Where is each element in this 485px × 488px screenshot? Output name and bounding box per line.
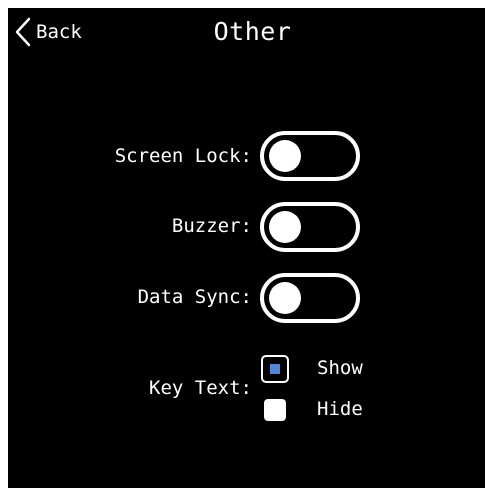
data-sync-label: Data Sync:: [137, 286, 252, 308]
screen-lock-label: Screen Lock:: [114, 145, 252, 167]
page-title: Other: [213, 17, 292, 46]
key-text-show-radio[interactable]: [261, 355, 289, 383]
toggle-knob: [269, 211, 301, 243]
buzzer-label: Buzzer:: [171, 215, 252, 237]
key-text-label: Key Text:: [149, 377, 252, 399]
screen-lock-toggle[interactable]: [260, 131, 360, 181]
buzzer-toggle[interactable]: [260, 202, 360, 252]
key-text-hide-label[interactable]: Hide: [317, 397, 363, 421]
settings-screen: Back Other Screen Lock: Buzzer: Data Syn…: [8, 8, 485, 488]
toggle-knob: [269, 140, 301, 172]
key-text-hide-radio[interactable]: [264, 399, 286, 421]
key-text-show-label[interactable]: Show: [317, 356, 363, 380]
data-sync-toggle[interactable]: [260, 273, 360, 323]
radio-selected-dot: [270, 364, 280, 374]
toggle-knob: [269, 282, 301, 314]
